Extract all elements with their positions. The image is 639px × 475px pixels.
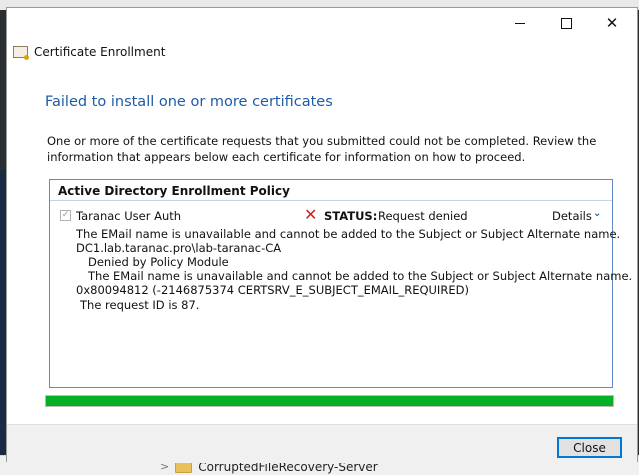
certificate-enrollment-dialog: ✕ Certificate Enrollment Failed to insta… <box>6 7 638 463</box>
title-bar: ✕ <box>7 8 637 38</box>
certificate-row: ✓ Taranac User Auth ✕ STATUS: Request de… <box>60 205 605 225</box>
certificate-name: Taranac User Auth <box>76 209 182 223</box>
chevron-down-icon[interactable]: ⌄ <box>593 208 601 219</box>
error-x-icon: ✕ <box>304 205 318 224</box>
minimize-button[interactable] <box>497 8 543 38</box>
error-message: The EMail name is unavailable and cannot… <box>76 227 621 241</box>
progress-bar <box>45 395 614 407</box>
window-close-button[interactable]: ✕ <box>589 8 635 38</box>
status-label: STATUS: <box>324 209 378 223</box>
status-value: Request denied <box>378 209 468 223</box>
policy-title: Active Directory Enrollment Policy <box>58 184 290 198</box>
maximize-icon <box>560 17 572 29</box>
ca-name: DC1.lab.taranac.pro\lab-taranac-CA <box>76 241 282 255</box>
page-description: One or more of the certificate requests … <box>47 134 597 164</box>
close-icon: ✕ <box>605 13 619 32</box>
page-heading: Failed to install one or more certificat… <box>45 94 333 110</box>
progress-fill <box>46 396 613 406</box>
maximize-button[interactable] <box>543 8 589 38</box>
dialog-title: Certificate Enrollment <box>34 45 166 59</box>
enrollment-policy-panel: Active Directory Enrollment Policy ✓ Tar… <box>49 179 632 388</box>
error-code: 0x80094812 (-2146875374 CERTSRV_E_SUBJEC… <box>76 283 469 297</box>
request-id: The request ID is 87. <box>80 298 200 312</box>
denial-reason: Denied by Policy Module <box>88 255 229 269</box>
certificate-checkbox[interactable]: ✓ <box>60 210 71 221</box>
dialog-header: Certificate Enrollment <box>13 45 166 60</box>
error-message-detail: The EMail name is unavailable and cannot… <box>88 269 633 283</box>
close-button[interactable]: Close <box>557 437 622 458</box>
policy-divider <box>50 200 612 201</box>
details-link[interactable]: Details <box>552 209 592 223</box>
dialog-footer: Close <box>7 424 637 463</box>
minimize-icon <box>515 22 525 24</box>
certificate-icon <box>13 46 29 60</box>
